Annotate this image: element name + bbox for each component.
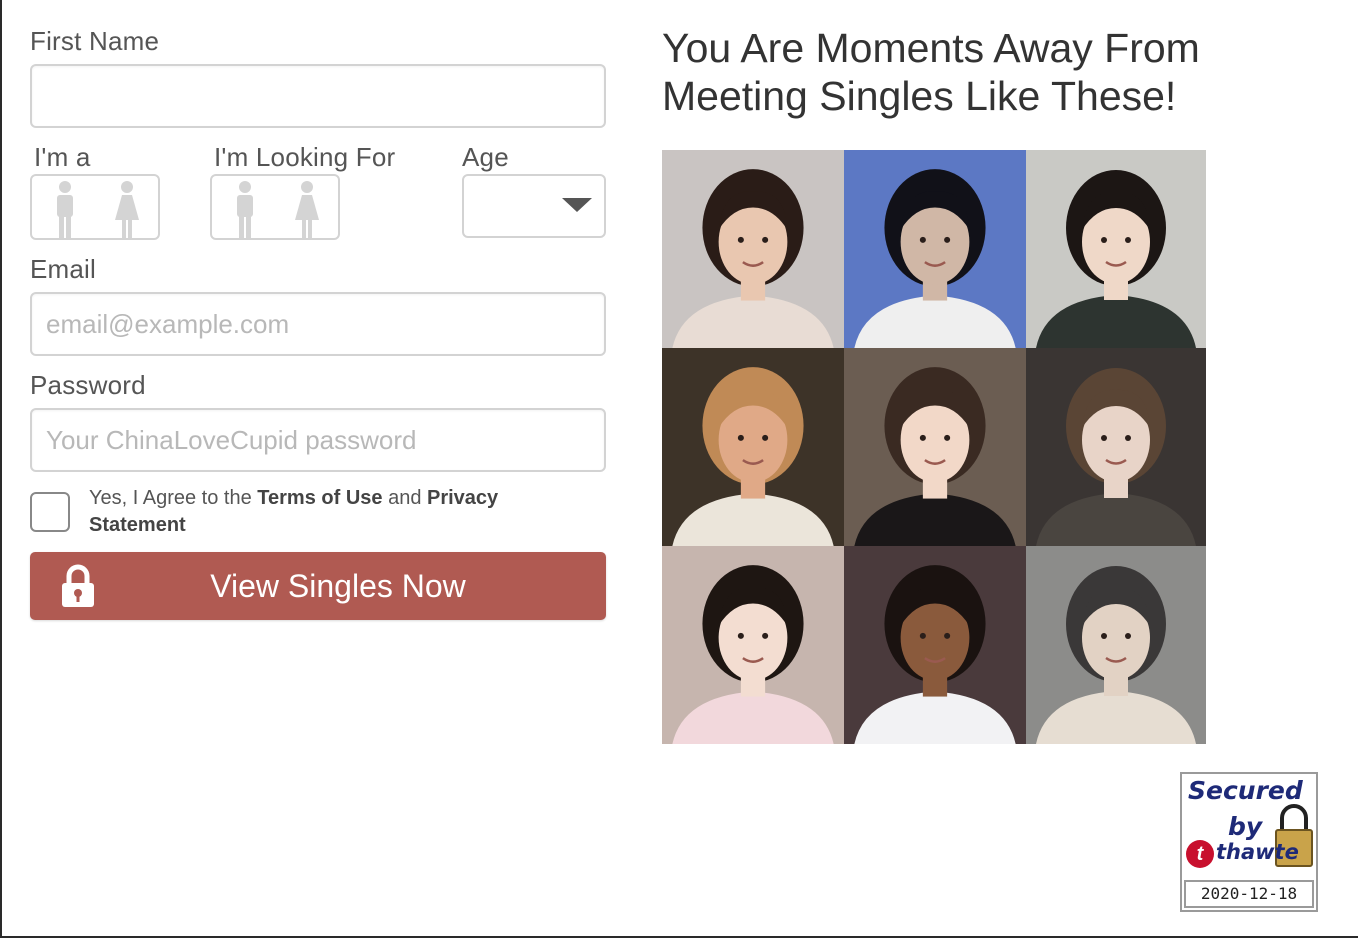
single-photo-6[interactable] bbox=[1026, 348, 1206, 546]
portrait-image bbox=[844, 348, 1026, 546]
first-name-input[interactable] bbox=[30, 64, 606, 128]
portrait-image bbox=[1026, 150, 1206, 348]
thawte-secured-seal[interactable]: Secured by t thawte 2020-12-18 bbox=[1180, 772, 1318, 912]
password-input[interactable] bbox=[30, 408, 606, 472]
single-photo-9[interactable] bbox=[1026, 546, 1206, 744]
male-icon[interactable] bbox=[52, 180, 78, 238]
single-photo-3[interactable] bbox=[1026, 150, 1206, 348]
portrait-image bbox=[662, 546, 844, 744]
single-photo-5[interactable] bbox=[844, 348, 1026, 546]
singles-photo-grid bbox=[662, 150, 1206, 744]
seal-brand: thawte bbox=[1216, 840, 1299, 864]
portrait-image bbox=[662, 150, 844, 348]
page-headline: You Are Moments Away From Meeting Single… bbox=[662, 25, 1200, 119]
looking-for-gender-picker bbox=[210, 174, 340, 240]
portrait-image bbox=[1026, 546, 1206, 744]
female-icon[interactable] bbox=[294, 180, 320, 238]
male-icon[interactable] bbox=[232, 180, 258, 238]
seal-line-2: by bbox=[1228, 812, 1263, 841]
view-singles-label: View Singles Now bbox=[210, 568, 466, 604]
portrait-image bbox=[1026, 348, 1206, 546]
first-name-label: First Name bbox=[30, 26, 160, 56]
looking-for-label: I'm Looking For bbox=[214, 142, 396, 172]
im-a-label: I'm a bbox=[34, 142, 91, 172]
seal-date: 2020-12-18 bbox=[1184, 880, 1314, 908]
agree-text: Yes, I Agree to the Terms of Use and Pri… bbox=[89, 485, 549, 539]
im-a-gender-picker bbox=[30, 174, 160, 240]
age-select[interactable] bbox=[462, 174, 606, 238]
seal-line-1: Secured bbox=[1188, 776, 1303, 805]
password-label: Password bbox=[30, 370, 146, 400]
chevron-down-icon bbox=[562, 198, 592, 212]
single-photo-8[interactable] bbox=[844, 546, 1026, 744]
email-input[interactable] bbox=[30, 292, 606, 356]
single-photo-2[interactable] bbox=[844, 150, 1026, 348]
female-icon[interactable] bbox=[114, 180, 140, 238]
terms-of-use-link[interactable]: Terms of Use bbox=[257, 487, 382, 509]
view-singles-button[interactable]: View Singles Now bbox=[30, 552, 606, 620]
agree-prefix: Yes, I Agree to the bbox=[89, 487, 258, 509]
agree-checkbox[interactable] bbox=[30, 492, 70, 532]
email-label: Email bbox=[30, 254, 97, 284]
age-label: Age bbox=[462, 142, 509, 172]
thawte-logo-icon: t bbox=[1186, 840, 1214, 868]
single-photo-4[interactable] bbox=[662, 348, 844, 546]
portrait-image bbox=[844, 150, 1026, 348]
agree-and: and bbox=[382, 487, 427, 509]
single-photo-7[interactable] bbox=[662, 546, 844, 744]
portrait-image bbox=[662, 348, 844, 546]
single-photo-1[interactable] bbox=[662, 150, 844, 348]
portrait-image bbox=[844, 546, 1026, 744]
